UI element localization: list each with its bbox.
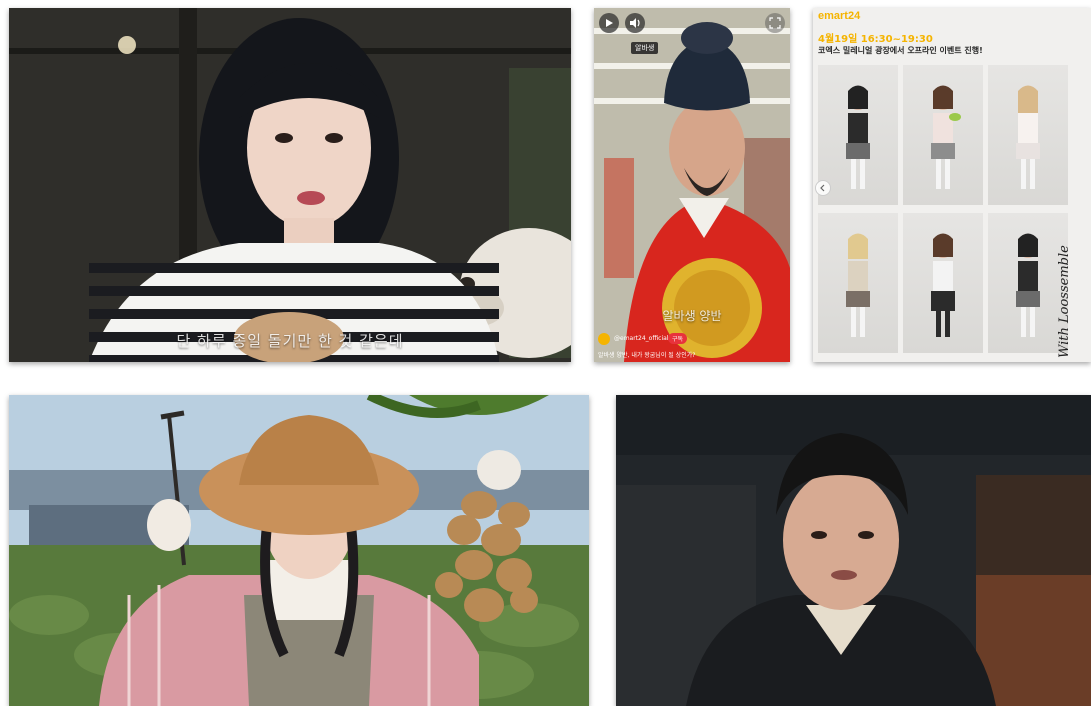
member-photo-2: [903, 65, 983, 205]
thumbnail-image-1: [9, 8, 571, 362]
member-photo-5: [903, 213, 983, 353]
play-icon: [606, 19, 613, 27]
event-headline: 코엑스 밀레니얼 광장에서 오프라인 이벤트 진행!: [818, 46, 983, 55]
mute-button[interactable]: [625, 13, 645, 33]
member-photo-3: [988, 65, 1068, 205]
play-button[interactable]: [599, 13, 619, 33]
video-thumbnail-1[interactable]: 단 하루 종일 돌기만 한 것 같은데: [9, 8, 571, 362]
carousel-prev-button[interactable]: [815, 180, 831, 196]
member-photo-6: [988, 213, 1068, 353]
video-subtitle: 단 하루 종일 돌기만 한 것 같은데: [176, 332, 404, 350]
name-tag: 알바생: [631, 42, 659, 54]
video-thumbnail-4[interactable]: [9, 395, 589, 706]
expand-icon: [769, 17, 781, 29]
speaker-icon: [630, 18, 640, 28]
video-thumbnail-5[interactable]: [616, 395, 1091, 706]
event-date: 4월19일 16:30~19:30: [818, 34, 933, 45]
video-description: 알바생 양반, 내가 왕굼님이 될 상인가?: [598, 352, 696, 359]
channel-avatar[interactable]: [598, 333, 610, 345]
channel-account[interactable]: @emart24_official: [614, 335, 668, 342]
fullscreen-button[interactable]: [765, 13, 785, 33]
video-caption-overlay: 알바생 양반: [662, 309, 722, 323]
brand-logo: emart24: [818, 10, 861, 22]
thumbnail-image-4: [9, 395, 589, 706]
side-caption: With Loossemble: [1057, 245, 1072, 358]
short-video-thumbnail[interactable]: 알바생 알바생 양반 @emart24_official 구독 알바생 양반, …: [594, 8, 790, 362]
event-poster-thumbnail[interactable]: emart24 4월19일 16:30~19:30 코엑스 밀레니얼 광장에서 …: [813, 8, 1091, 362]
follow-button[interactable]: 구독: [668, 333, 688, 344]
thumbnail-image-5: [616, 395, 1091, 706]
chevron-left-icon: [820, 184, 825, 192]
member-photo-4: [818, 213, 898, 353]
